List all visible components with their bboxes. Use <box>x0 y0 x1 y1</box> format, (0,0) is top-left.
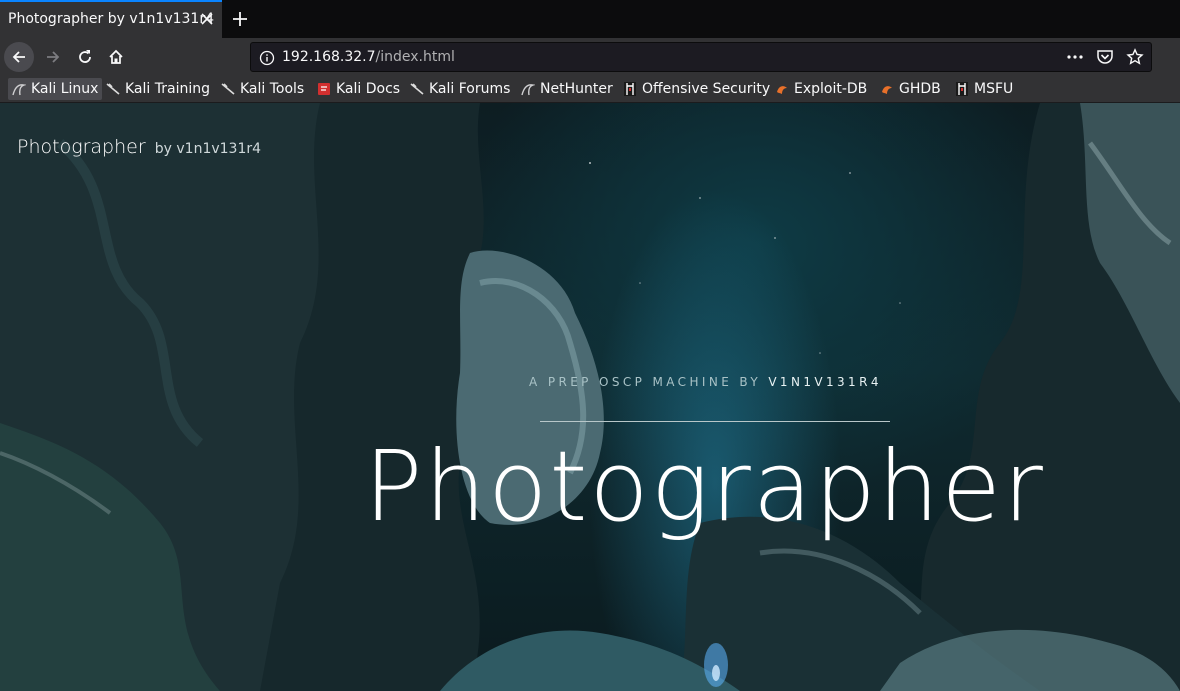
bookmark-offensive-security[interactable]: Offensive Security <box>619 78 774 100</box>
bookmark-kali-docs[interactable]: Kali Docs <box>313 78 404 100</box>
exploit-db-icon <box>777 86 787 94</box>
bookmark-label: Kali Docs <box>336 81 401 97</box>
site-brand-link[interactable]: Photographer by v1n1v131r4 <box>17 136 261 158</box>
kali-docs-icon <box>318 83 330 95</box>
tab-title: Photographer by v1n1v131r4 <box>8 11 215 27</box>
site-info-icon[interactable] <box>259 50 275 66</box>
bookmark-label: Kali Tools <box>240 81 305 97</box>
pocket-icon[interactable] <box>1095 47 1115 67</box>
hero-title: Photographer <box>364 430 1045 543</box>
bookmark-label: Exploit-DB <box>794 81 868 97</box>
navigation-toolbar: 192.168.32.7/index.html <box>0 38 1180 76</box>
forward-button[interactable] <box>38 42 68 72</box>
kali-dragon-icon <box>521 84 535 96</box>
bookmark-label: GHDB <box>899 81 941 97</box>
offsec-icon <box>956 82 968 96</box>
tab-strip: Photographer by v1n1v131r4 <box>0 0 1180 38</box>
kali-dragon-icon <box>221 83 235 95</box>
bookmark-label: Offensive Security <box>642 81 771 97</box>
bookmark-nethunter[interactable]: NetHunter <box>517 78 617 100</box>
kali-dragon-icon <box>106 83 120 95</box>
kali-dragon-icon <box>12 84 26 96</box>
page-viewport: Photographer by v1n1v131r4 A PREP OSCP M… <box>0 103 1180 691</box>
bookmark-label: Kali Training <box>125 81 210 97</box>
url-text[interactable]: 192.168.32.7/index.html <box>282 49 455 65</box>
bookmark-kali-training[interactable]: Kali Training <box>102 78 214 100</box>
site-brand-author: by v1n1v131r4 <box>154 141 262 157</box>
reload-icon <box>79 50 91 63</box>
bookmarks-toolbar: Kali Linux Kali Training Kali Tools Kali… <box>0 76 1180 103</box>
home-button[interactable] <box>101 42 131 72</box>
bookmark-exploit-db[interactable]: Exploit-DB <box>771 78 871 100</box>
page-actions-icon[interactable] <box>1065 47 1085 67</box>
bookmark-label: Kali Linux <box>31 81 99 97</box>
forward-arrow-icon <box>47 51 60 63</box>
bookmark-label: MSFU <box>974 81 1014 97</box>
bookmark-ghdb[interactable]: GHDB <box>876 78 945 100</box>
bookmark-label: Kali Forums <box>429 81 511 97</box>
bookmark-kali-linux[interactable]: Kali Linux <box>8 78 103 100</box>
url-host: 192.168.32.7 <box>282 49 376 65</box>
back-arrow-icon <box>12 51 25 63</box>
offsec-icon <box>624 82 636 96</box>
url-path: /index.html <box>375 49 455 65</box>
hero-subtitle-author: V1N1V131R4 <box>768 375 882 389</box>
new-tab-icon[interactable] <box>230 9 250 29</box>
active-tab[interactable]: Photographer by v1n1v131r4 <box>0 0 222 38</box>
bookmark-star-icon[interactable] <box>1125 47 1145 67</box>
hero-subtitle-prefix: A PREP OSCP MACHINE BY <box>529 375 762 389</box>
bookmark-label: NetHunter <box>540 81 613 97</box>
hero-divider <box>540 421 890 422</box>
bookmark-kali-forums[interactable]: Kali Forums <box>406 78 514 100</box>
reload-button[interactable] <box>70 42 100 72</box>
bookmark-msfu[interactable]: MSFU <box>951 78 1017 100</box>
hero-background-image <box>0 103 1180 691</box>
url-actions <box>1065 47 1145 67</box>
bookmark-kali-tools[interactable]: Kali Tools <box>217 78 308 100</box>
site-brand-name: Photographer <box>17 136 146 158</box>
address-bar[interactable]: 192.168.32.7/index.html <box>250 42 1152 72</box>
back-button[interactable] <box>4 42 34 72</box>
close-tab-icon[interactable] <box>198 10 216 28</box>
exploit-db-icon <box>882 86 892 94</box>
home-icon <box>109 49 123 64</box>
kali-dragon-icon <box>410 83 424 95</box>
hero-subtitle: A PREP OSCP MACHINE BY V1N1V131R4 <box>529 375 882 389</box>
